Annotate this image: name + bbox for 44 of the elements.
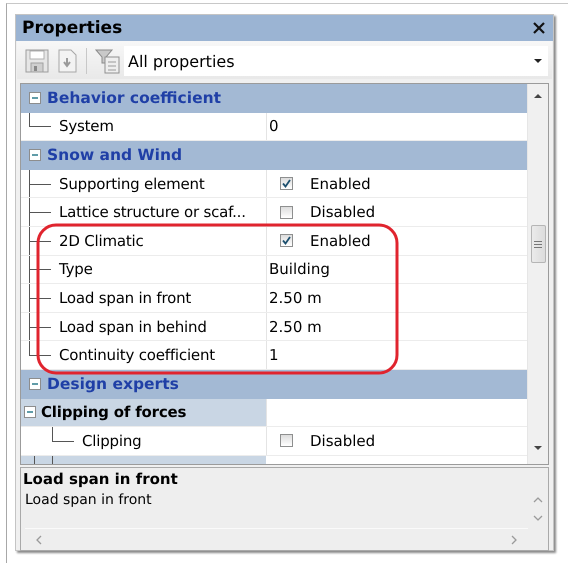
property-label: System: [59, 117, 114, 136]
property-value[interactable]: Building: [269, 260, 330, 278]
property-label: Lattice structure or scaf...: [59, 203, 246, 222]
category-label: Design experts: [47, 375, 179, 394]
filter-dropdown[interactable]: All properties: [124, 46, 548, 76]
property-label: Continuity coefficient: [59, 346, 215, 364]
property-value[interactable]: 2.50 m: [269, 318, 322, 336]
collapse-icon[interactable]: [29, 92, 41, 104]
property-label: Load span in front: [59, 288, 192, 307]
property-value: Disabled: [310, 203, 376, 222]
checkbox[interactable]: [280, 177, 293, 190]
subcategory-label[interactable]: Clipping of forces: [41, 403, 186, 422]
property-value[interactable]: 0: [269, 117, 279, 136]
filter-icon[interactable]: [95, 48, 120, 74]
property-label: Load span in behind: [59, 318, 207, 336]
category-label: Behavior coefficient: [47, 89, 222, 108]
property-value: Enabled: [310, 232, 371, 250]
description-title: Load span in front: [22, 469, 178, 488]
property-label: Type: [59, 260, 93, 278]
property-value[interactable]: 1: [269, 346, 279, 364]
checkbox[interactable]: [280, 434, 293, 448]
save-icon[interactable]: [25, 49, 49, 73]
import-icon[interactable]: [57, 49, 78, 73]
property-label: 2D Climatic: [59, 232, 144, 250]
property-value: Enabled: [310, 174, 371, 193]
property-label: Clipping: [82, 432, 142, 450]
window-title: Properties: [22, 18, 122, 38]
collapse-icon[interactable]: [29, 378, 41, 390]
property-value: Disabled: [310, 432, 376, 450]
collapse-icon[interactable]: [29, 149, 41, 162]
category-row[interactable]: Snow and Wind: [21, 141, 527, 170]
close-icon[interactable]: [533, 22, 545, 34]
category-label: Snow and Wind: [47, 146, 182, 164]
scroll-down-icon[interactable]: [533, 445, 543, 452]
scroll-up-icon[interactable]: [533, 92, 543, 99]
property-label: Supporting element: [59, 174, 205, 193]
collapse-icon[interactable]: [24, 406, 36, 418]
scrollbar-thumb[interactable]: [530, 225, 546, 263]
property-value[interactable]: 2.50 m: [269, 288, 322, 307]
checkbox[interactable]: [280, 206, 293, 219]
description-text: Load span in front: [25, 491, 152, 508]
category-row[interactable]: Behavior coefficient: [21, 84, 527, 113]
dropdown-icon[interactable]: [534, 59, 542, 63]
checkbox[interactable]: [280, 234, 293, 248]
